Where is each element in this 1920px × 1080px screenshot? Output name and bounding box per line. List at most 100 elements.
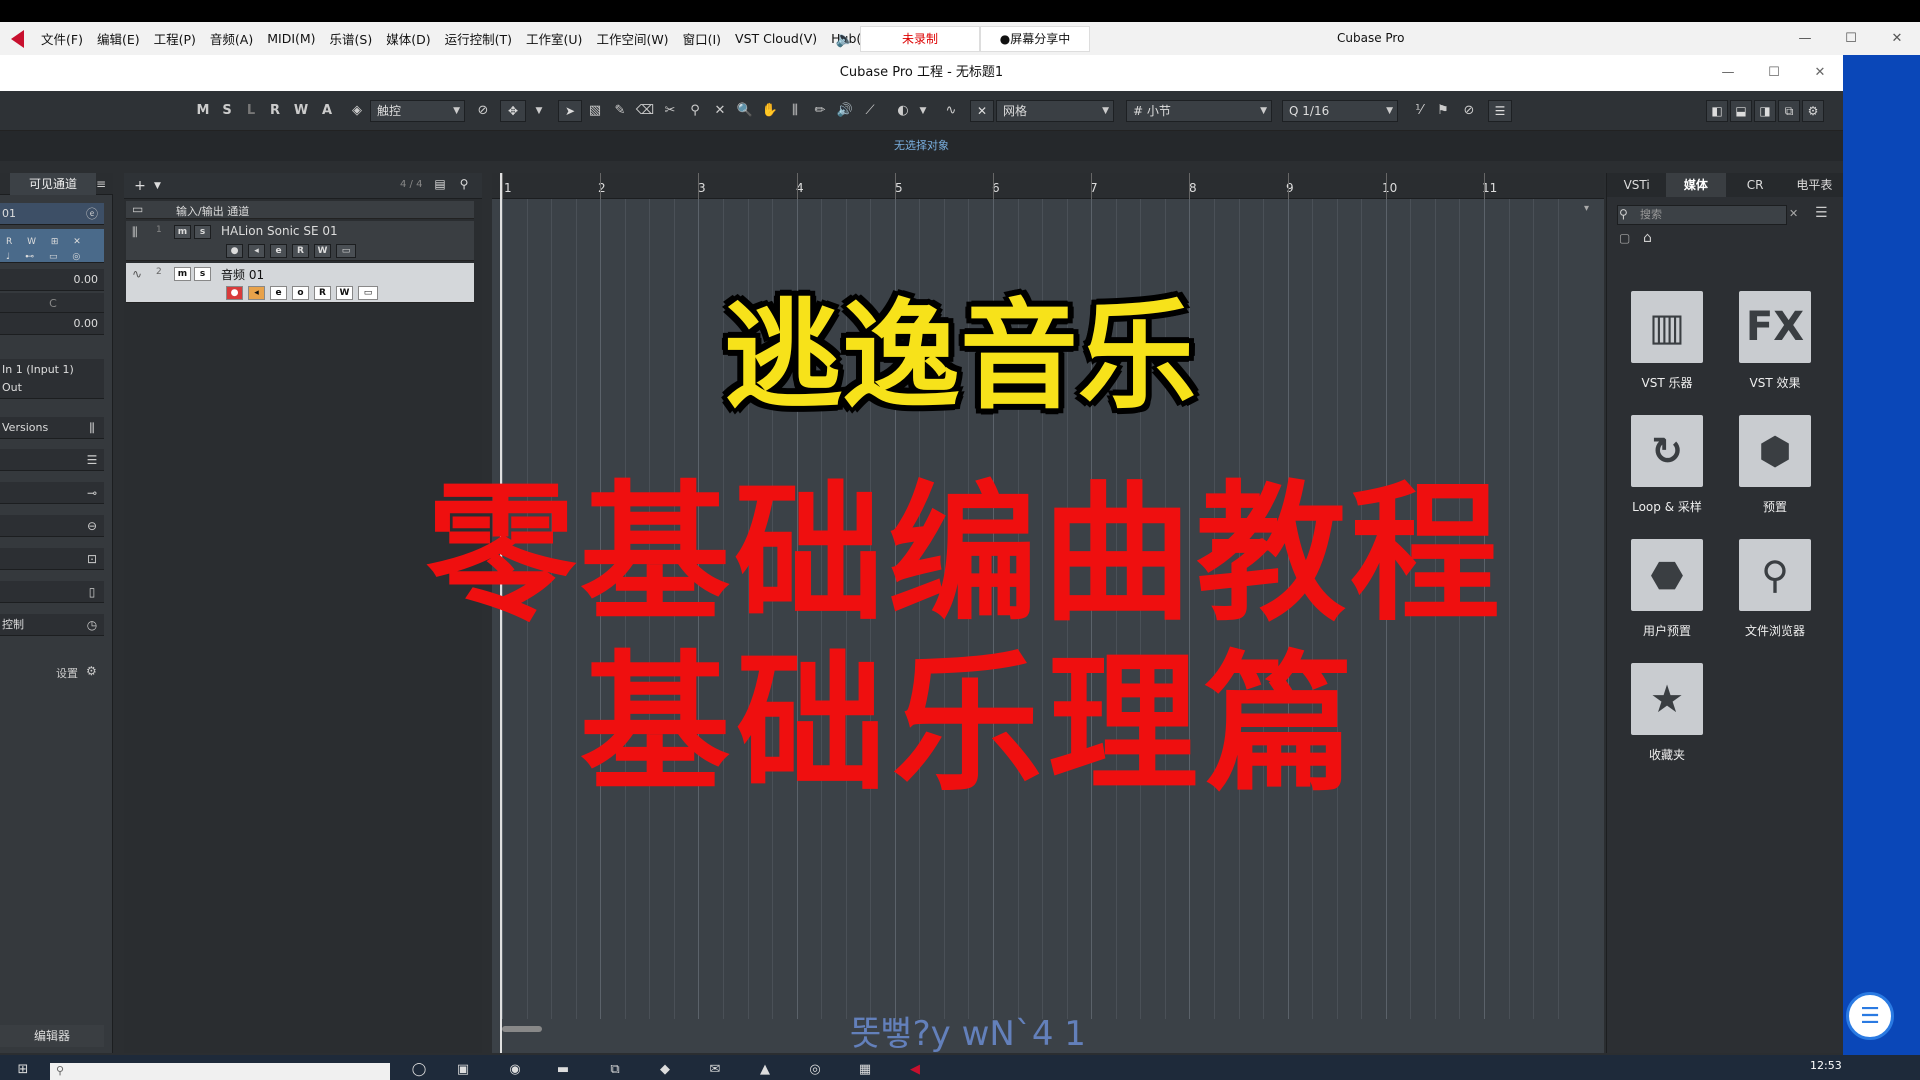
chrome-icon[interactable]: ◎ [806, 1061, 824, 1079]
edge-icon[interactable]: ◉ [506, 1061, 524, 1079]
piano-icon[interactable]: ▥ [1631, 291, 1703, 363]
draw-tool-icon[interactable]: ✏ [809, 100, 831, 122]
lanes-button[interactable]: ▭ [358, 286, 378, 300]
chat-bubble-icon[interactable]: ☰ [1846, 992, 1894, 1040]
store-icon[interactable]: ⧉ [606, 1061, 624, 1079]
tab-media[interactable]: 媒体 [1666, 173, 1726, 197]
grid-type-select[interactable]: # 小节 ▼ [1126, 100, 1272, 122]
hand-tool-icon[interactable]: ✋ [759, 100, 781, 122]
menu-icon[interactable]: ≡ [93, 176, 109, 192]
track-row-io-channels[interactable]: ▭ 输入/输出 通道 [126, 201, 474, 219]
cubase-taskbar-icon[interactable]: ◀ [906, 1061, 924, 1079]
folder-icon[interactable]: ▬ [554, 1061, 572, 1079]
app-icon[interactable]: ▣ [454, 1061, 472, 1079]
object-selection-tool-icon[interactable]: ➤ [558, 100, 582, 122]
menu-score[interactable]: 乐谱(S) [323, 29, 380, 48]
inspector-section-control[interactable]: 控制 ◷ [0, 614, 104, 636]
back-icon[interactable]: ▢ [1619, 231, 1630, 245]
menu-midi[interactable]: MIDI(M) [260, 31, 322, 46]
close-icon[interactable]: ✕ [1874, 22, 1920, 55]
star-icon[interactable]: ★ [1631, 663, 1703, 735]
project-close-icon[interactable]: ✕ [1797, 55, 1843, 91]
menu-workspaces[interactable]: 工作空间(W) [589, 29, 675, 48]
left-zone-toggle-icon[interactable]: ◧ [1706, 100, 1728, 122]
chevron-down-icon[interactable]: ▼ [912, 100, 934, 122]
minimize-icon[interactable]: — [1782, 22, 1828, 55]
monitor-button[interactable]: ◂ [248, 286, 265, 300]
speaker-muted-icon[interactable]: 🔈 [830, 30, 860, 48]
menu-file[interactable]: 文件(F) [34, 29, 90, 48]
ruler[interactable]: 1 2 3 4 5 6 7 8 9 10 11 [492, 173, 1604, 199]
tab-meter[interactable]: 电平表 [1785, 173, 1843, 197]
inserts-bypass-button[interactable]: o [292, 286, 309, 300]
menu-window[interactable]: 窗口(I) [676, 29, 728, 48]
loop-icon[interactable]: ↻ [1631, 415, 1703, 487]
inspector-section-3[interactable]: ⊸ [0, 482, 104, 504]
pan-slider[interactable]: C [0, 293, 104, 313]
inspector-section-4[interactable]: ⊖ [0, 515, 104, 537]
menu-audio[interactable]: 音频(A) [203, 29, 260, 48]
maximize-icon[interactable]: ☐ [1828, 22, 1874, 55]
mail-icon[interactable]: ✉ [706, 1061, 724, 1079]
snap-toggle-icon[interactable]: ✕ [970, 100, 994, 122]
gear-icon[interactable]: ⚙ [86, 664, 97, 678]
erase-tool-icon[interactable]: ✂ [659, 100, 681, 122]
mute-button[interactable]: m [174, 267, 191, 281]
inspector-section-5[interactable]: ⊡ [0, 548, 104, 570]
record-enable-button[interactable]: ● [226, 286, 243, 300]
read-button[interactable]: R [314, 286, 331, 300]
tab-vsti[interactable]: VSTi [1607, 173, 1666, 197]
search-icon[interactable]: ⚲ [454, 177, 474, 195]
edit-channel-icon[interactable]: ⓔ [84, 206, 100, 222]
file-browser-icon[interactable]: ⚲ [1739, 539, 1811, 611]
menu-project[interactable]: 工程(P) [147, 29, 203, 48]
task-view-icon[interactable]: ◯ [410, 1061, 428, 1079]
record-status[interactable]: 未录制 [860, 25, 980, 52]
menu-vst-cloud[interactable]: VST Cloud(V) [728, 31, 824, 46]
auto-scroll-icon[interactable]: ∿ [940, 100, 962, 122]
write-automation-button[interactable]: W [290, 100, 312, 122]
mute-tool-icon[interactable]: ✕ [709, 100, 731, 122]
solo-button[interactable]: s [194, 225, 211, 239]
cubase-logo-icon[interactable] [0, 22, 34, 55]
read-automation-button[interactable]: R [264, 100, 286, 122]
record-enable-button[interactable]: ● [226, 244, 243, 258]
track-row-halion[interactable]: ⫼ 1 m s HALion Sonic SE 01 ● ◂ e R W ▭ [126, 221, 474, 261]
scroll-thumb[interactable] [502, 1026, 542, 1032]
screen-share-status[interactable]: ●屏幕分享中 [980, 25, 1090, 52]
menu-edit[interactable]: 编辑(E) [90, 29, 147, 48]
track-row-audio[interactable]: ∿ 2 m s 音频 01 ● ◂ e o R W ▭ [126, 263, 474, 303]
solo-button[interactable]: s [194, 267, 211, 281]
presets-icon[interactable]: ⬢ [1739, 415, 1811, 487]
timewarp-tool-icon[interactable]: ⫼ [784, 100, 806, 122]
menu-transport[interactable]: 运行控制(T) [438, 29, 519, 48]
app-icon[interactable]: ◆ [656, 1061, 674, 1079]
mute-button[interactable]: m [174, 225, 191, 239]
clear-search-icon[interactable]: ✕ [1789, 207, 1798, 220]
right-zone-toggle-icon[interactable]: ◨ [1754, 100, 1776, 122]
project-maximize-icon[interactable]: ☐ [1751, 55, 1797, 91]
settings-label[interactable]: 设置 [56, 665, 78, 681]
tab-visible-channels[interactable]: 可见通道 [10, 173, 96, 195]
gear-icon[interactable]: ⚙ [1802, 100, 1824, 122]
list-icon[interactable]: ☰ [1815, 205, 1828, 221]
quantize-select[interactable]: Q 1/16 ▼ [1282, 100, 1398, 122]
menu-studio[interactable]: 工作室(U) [519, 29, 589, 48]
color-tool-icon[interactable]: ◐ [892, 100, 914, 122]
zoom-menu-icon[interactable]: ▾ [1584, 203, 1598, 217]
volume-value[interactable]: 0.00 [0, 269, 104, 291]
suspend-icon[interactable]: ⊘ [472, 100, 494, 122]
solo-mode-button[interactable]: S [216, 100, 238, 122]
app-icon[interactable]: ▲ [756, 1061, 774, 1079]
track-mode-buttons[interactable]: ♩ ⊷ ▭ ◎ [6, 246, 86, 262]
snap-type-select[interactable]: 网格 ▼ [996, 100, 1114, 122]
glue-tool-icon[interactable]: ⌫ [634, 100, 656, 122]
write-button[interactable]: W [336, 286, 353, 300]
constrain-icon[interactable]: ✥ [500, 100, 526, 122]
automation-all-button[interactable]: A [316, 100, 338, 122]
home-icon[interactable]: ⌂ [1643, 230, 1652, 246]
user-presets-icon[interactable]: ⬣ [1631, 539, 1703, 611]
delay-value[interactable]: 0.00 [0, 313, 104, 335]
range-tool-icon[interactable]: ▧ [584, 100, 606, 122]
lanes-button[interactable]: ▭ [336, 244, 356, 258]
